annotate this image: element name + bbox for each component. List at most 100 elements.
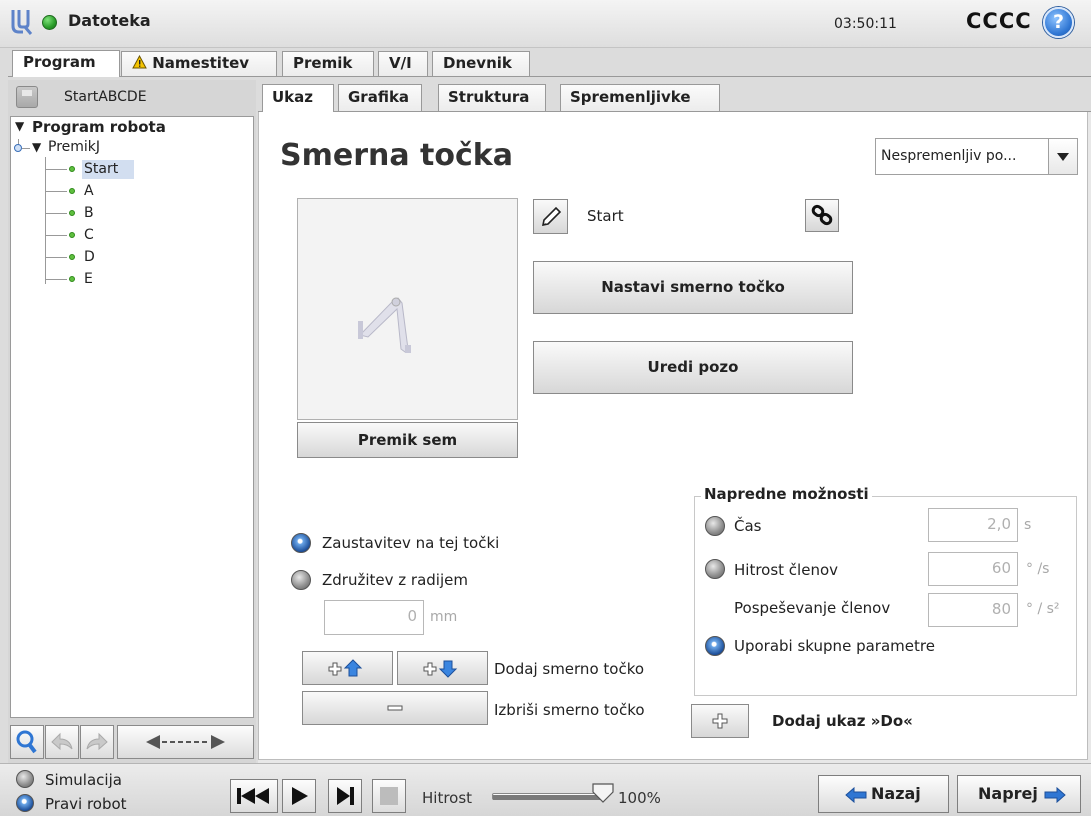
stop-at-point-radio[interactable] [291, 533, 311, 553]
stop-button[interactable] [372, 779, 406, 813]
plus-up-icon [328, 659, 363, 677]
tab-label: Spremenljivke [570, 88, 691, 106]
tree-item-b[interactable]: B [84, 205, 94, 221]
waypoint-icon [69, 166, 75, 172]
waypoint-icon [69, 276, 75, 282]
tree-item-d[interactable]: D [84, 249, 95, 265]
skip-back-button[interactable] [230, 779, 278, 813]
tree-item-a[interactable]: A [84, 183, 94, 199]
blend-radius-label: Združitev z radijem [322, 571, 468, 589]
plus-icon [712, 713, 728, 729]
time-label: Čas [734, 517, 762, 535]
double-arrow-icon [146, 735, 225, 749]
program-tree [10, 116, 254, 718]
delete-waypoint-button[interactable] [302, 691, 488, 725]
waypoint-icon [69, 210, 75, 216]
tab-graphics[interactable]: Grafika [338, 84, 422, 111]
play-button[interactable] [282, 779, 316, 813]
time-radio[interactable] [705, 516, 725, 536]
joint-accel-unit: ° / s² [1026, 601, 1060, 617]
add-waypoint-before-button[interactable] [302, 651, 393, 685]
time-unit: s [1024, 517, 1032, 533]
tab-structure[interactable]: Struktura [438, 84, 546, 111]
play-icon [292, 787, 308, 805]
add-until-label: Dodaj ukaz »Do« [772, 712, 913, 730]
joint-accel-label: Pospeševanje členov [734, 599, 891, 617]
shared-params-radio[interactable] [705, 636, 725, 656]
time-input[interactable]: 2,0 [928, 508, 1018, 542]
step-button[interactable] [328, 779, 362, 813]
tab-label: Struktura [448, 88, 530, 106]
joint-speed-radio[interactable] [705, 559, 725, 579]
help-icon[interactable]: ? [1043, 7, 1074, 38]
joint-speed-unit: ° /s [1026, 561, 1050, 577]
chevron-down-icon[interactable] [1048, 139, 1077, 174]
tree-line [22, 148, 30, 149]
next-button[interactable]: Naprej [957, 775, 1081, 813]
robot-name: CCCC [966, 9, 1032, 33]
arrow-left-icon [845, 787, 867, 803]
advanced-options-title: Napredne možnosti [701, 485, 872, 503]
link-button[interactable] [805, 199, 839, 232]
waypoint-icon [69, 232, 75, 238]
save-icon[interactable] [16, 86, 38, 108]
real-robot-radio[interactable] [16, 794, 34, 812]
select-value: Nespremenljiv po... [881, 148, 1017, 164]
search-button[interactable] [10, 725, 44, 759]
back-button[interactable]: Nazaj [818, 775, 949, 813]
tab-label: Dnevnik [443, 54, 512, 72]
expand-triangle-icon[interactable]: ▼ [32, 140, 41, 154]
undo-button[interactable] [45, 725, 79, 759]
tab-program[interactable]: Program [12, 50, 120, 77]
ur-logo-icon[interactable] [11, 8, 33, 36]
pencil-icon [541, 206, 562, 227]
warning-icon [132, 54, 152, 73]
expand-triangle-icon[interactable]: ▼ [15, 119, 24, 133]
tree-root[interactable]: Program robota [32, 118, 166, 136]
tab-label: Premik [293, 54, 353, 72]
move-here-button[interactable]: Premik sem [297, 422, 518, 458]
simulation-radio[interactable] [16, 770, 34, 788]
blend-radius-radio[interactable] [291, 570, 311, 590]
blend-radius-input[interactable]: 0 [324, 600, 424, 635]
status-ok-icon [42, 15, 57, 30]
tab-log[interactable]: Dnevnik [432, 51, 530, 76]
add-until-button[interactable] [691, 704, 749, 738]
pane-resize-button[interactable] [117, 725, 254, 759]
program-name: StartABCDE [64, 89, 147, 105]
clock: 03:50:11 [834, 16, 897, 32]
set-waypoint-button[interactable]: Nastavi smerno točko [533, 261, 853, 314]
speed-slider-fill [493, 795, 603, 800]
tree-item-start[interactable]: Start [84, 161, 118, 177]
tree-line [45, 169, 67, 170]
tree-line [45, 213, 67, 214]
rename-button[interactable] [533, 199, 568, 234]
speed-label: Hitrost [422, 789, 473, 807]
rewind-icon [237, 788, 269, 804]
tree-line [45, 235, 67, 236]
redo-button[interactable] [80, 725, 114, 759]
tab-label: V/I [389, 54, 412, 72]
add-waypoint-after-button[interactable] [397, 651, 488, 685]
robot-preview [297, 198, 518, 420]
tree-move-node[interactable]: PremikJ [48, 139, 100, 155]
speed-value: 100% [618, 789, 661, 807]
tab-label: Ukaz [272, 88, 314, 106]
tree-line [45, 191, 67, 192]
joint-accel-input[interactable]: 80 [928, 593, 1018, 627]
shared-params-label: Uporabi skupne parametre [734, 637, 935, 655]
file-menu[interactable]: Datoteka [68, 11, 151, 30]
tab-move[interactable]: Premik [282, 51, 374, 76]
tab-io[interactable]: V/I [378, 51, 428, 76]
tab-command[interactable]: Ukaz [262, 84, 334, 112]
tree-item-e[interactable]: E [84, 271, 93, 287]
edit-pose-button[interactable]: Uredi pozo [533, 341, 853, 394]
tab-variables[interactable]: Spremenljivke [560, 84, 720, 111]
simulation-label: Simulacija [45, 771, 122, 789]
tree-item-c[interactable]: C [84, 227, 94, 243]
joint-speed-input[interactable]: 60 [928, 552, 1018, 586]
tab-label: Grafika [348, 88, 410, 106]
waypoint-icon [69, 188, 75, 194]
speed-slider-thumb[interactable] [591, 782, 615, 804]
tab-installation[interactable]: Namestitev [121, 51, 277, 76]
